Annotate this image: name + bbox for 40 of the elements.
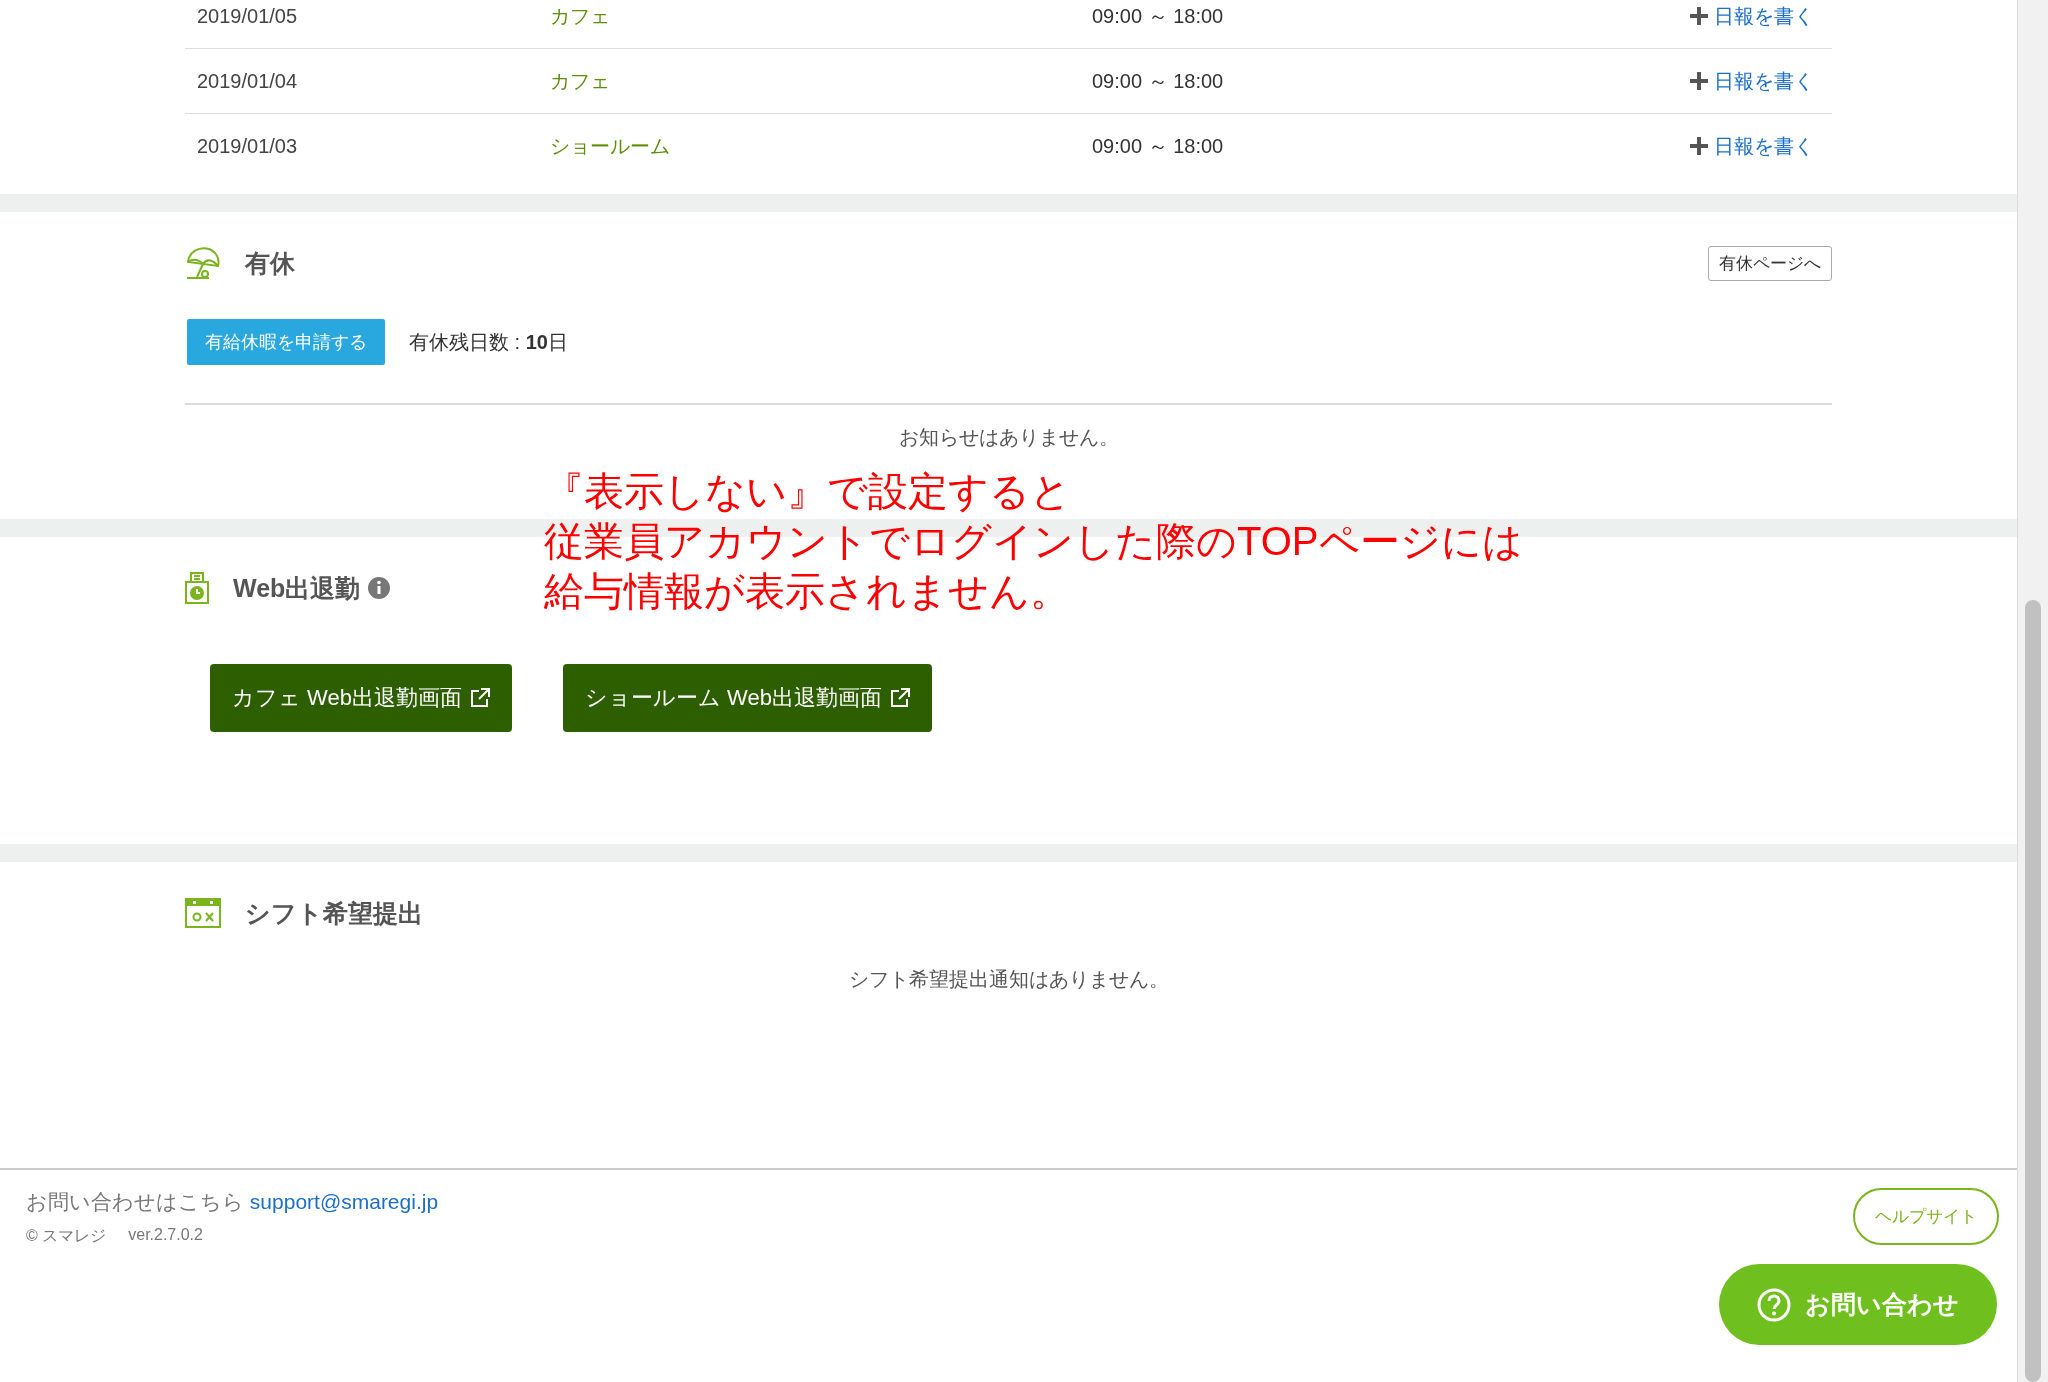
external-link-icon xyxy=(469,688,490,708)
contact-label: お問い合わせはこちら xyxy=(26,1190,245,1213)
umbrella-icon xyxy=(185,246,221,280)
web-attendance-button[interactable]: ショールーム Web出退勤画面 xyxy=(562,664,932,732)
time-card-icon xyxy=(185,572,209,604)
version-text: ver.2.7.0.2 xyxy=(128,1226,203,1245)
write-report-link[interactable]: 日報を書く xyxy=(1714,67,1814,95)
plus-icon xyxy=(1690,137,1708,155)
write-report-link[interactable]: 日報を書く xyxy=(1714,132,1814,160)
section-title: シフト希望提出 xyxy=(245,897,423,929)
shop-name: カフェ xyxy=(550,3,611,29)
question-icon xyxy=(1757,1287,1791,1322)
plus-icon xyxy=(1690,7,1708,25)
shop-name: ショールーム xyxy=(550,133,671,159)
info-icon[interactable] xyxy=(368,577,391,599)
annotation-text: 給与情報が表示されません。 xyxy=(544,568,1071,615)
annotation-text: 従業員アカウントでログインした際のTOPページには xyxy=(544,518,1523,565)
notice-text: シフト希望提出通知はありません。 xyxy=(847,967,1170,991)
hours-cell-text: 09:00 ～ 18:00 xyxy=(1092,133,1225,159)
section-title: 有休 xyxy=(245,247,295,279)
hours-cell-text: 09:00 ～ 18:00 xyxy=(1092,3,1225,29)
date-cell-text: 2019/01/03 xyxy=(196,134,299,158)
calendar-icon xyxy=(185,898,221,928)
copyright-text: © スマレジ xyxy=(26,1226,107,1246)
notice-text: お知らせはありません。 xyxy=(897,425,1120,449)
date-cell-text: 2019/01/05 xyxy=(196,4,299,28)
write-report-link[interactable]: 日報を書く xyxy=(1714,2,1814,30)
web-attendance-button[interactable]: カフェ Web出退勤画面 xyxy=(210,664,512,732)
annotation-text: 『表示しない』で設定すると xyxy=(544,468,1072,515)
support-email-link[interactable]: support@smaregi.jp xyxy=(249,1190,439,1213)
leave-page-button[interactable]: 有休ページへ xyxy=(1708,245,1832,281)
remaining-days: 有休残日数 : 10日 xyxy=(409,328,568,356)
hours-cell-text: 09:00 ～ 18:00 xyxy=(1092,68,1225,94)
plus-icon xyxy=(1690,72,1708,90)
shop-name: カフェ xyxy=(550,68,611,94)
date-cell-text: 2019/01/04 xyxy=(196,69,299,93)
section-title: Web出退勤 xyxy=(233,572,361,604)
apply-leave-button[interactable]: 有給休暇を申請する xyxy=(187,319,385,365)
external-link-icon xyxy=(889,688,910,708)
scrollbar-thumb[interactable] xyxy=(2025,600,2041,1382)
